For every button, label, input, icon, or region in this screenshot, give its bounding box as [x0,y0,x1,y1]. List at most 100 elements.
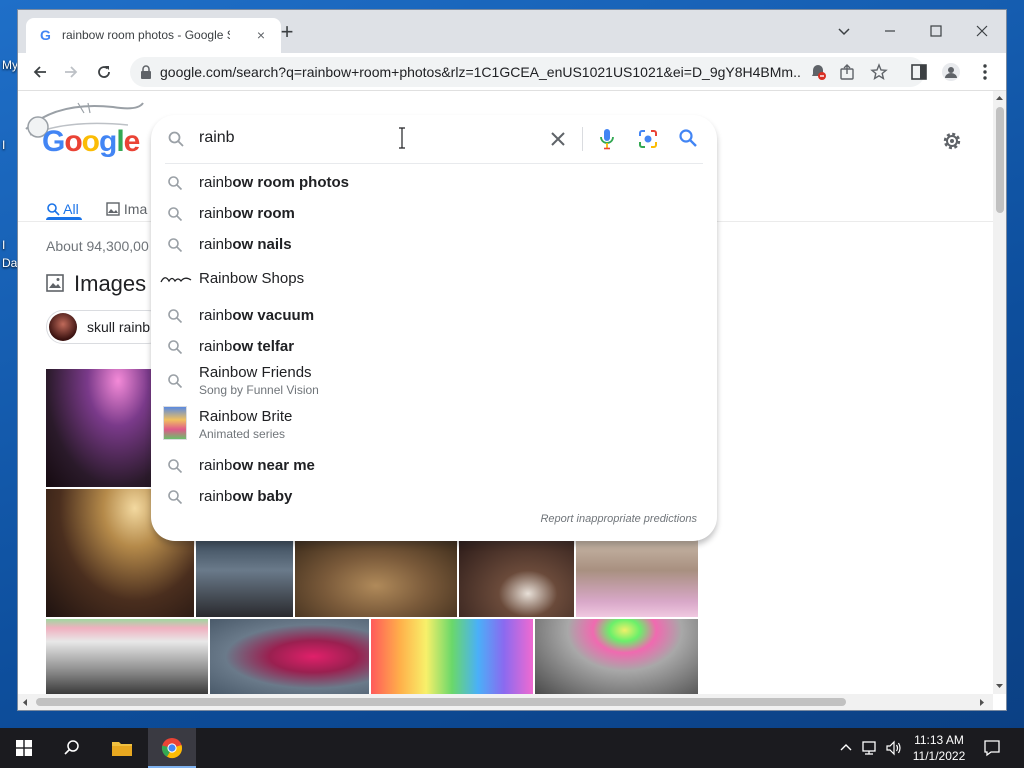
share-icon[interactable] [838,63,856,81]
notification-icon[interactable] [983,739,1001,757]
desktop-icon-label[interactable]: I [2,238,5,252]
address-bar[interactable]: google.com/search?q=rainbow+room+photos&… [130,57,925,87]
chrome-icon [161,738,183,759]
search-icon [64,740,79,755]
suggestion-text: rainbow baby [199,488,292,505]
settings-gear-icon[interactable] [940,129,964,153]
taskbar-search-button[interactable] [48,728,96,768]
tab-title: rainbow room photos - Google Search [62,28,230,42]
chevron-down-icon [838,28,850,36]
back-button[interactable] [28,60,52,84]
close-window-button[interactable] [967,18,997,44]
back-arrow-icon [33,66,46,78]
chip-thumbnail [49,313,77,341]
tab-all[interactable]: All [46,201,79,217]
scroll-right-arrow-icon[interactable] [978,698,986,707]
image-result[interactable] [295,539,457,617]
maximize-button[interactable] [921,18,951,44]
url-text[interactable]: google.com/search?q=rainbow+room+photos&… [160,64,800,80]
tab-images-label: Ima [123,201,148,217]
suggestion-prefix: rainb [199,174,233,191]
image-result[interactable] [46,619,208,694]
camera-lens-icon[interactable] [637,128,659,150]
suggestion-item[interactable]: rainbow near me [151,450,717,480]
tab-images[interactable]: Ima [106,201,147,217]
clear-search-icon[interactable] [549,130,567,148]
tab-close-button[interactable]: × [253,27,269,43]
lock-icon[interactable] [140,65,152,79]
text-cursor-icon [399,127,405,149]
page-content: Google All Ima About 94,300,00 Images sk… [18,91,993,694]
image-result[interactable] [210,619,369,694]
start-button[interactable] [0,728,48,768]
suggestion-completion: ow vacuum [232,307,315,324]
browser-toolbar: google.com/search?q=rainbow+room+photos&… [18,53,1006,91]
search-box[interactable]: rainb [151,115,717,163]
network-icon[interactable] [862,740,880,756]
image-icon [106,202,120,216]
volume-icon[interactable] [885,740,903,756]
vertical-scroll-thumb[interactable] [996,107,1004,213]
image-result[interactable] [459,539,574,617]
bookmark-star-icon[interactable] [870,63,888,81]
profile-avatar-icon[interactable] [941,62,961,82]
suggestion-text: Rainbow Friends [199,364,312,381]
result-stats: About 94,300,00 [46,238,149,254]
tab-search-button[interactable] [829,18,859,44]
suggestion-completion: ow baby [232,488,293,505]
scroll-up-arrow-icon[interactable] [995,94,1004,102]
suggestion-item[interactable]: Rainbow Friends Song by Funnel Vision [151,360,717,400]
suggestion-item[interactable]: rainbow telfar [151,331,717,361]
new-tab-button[interactable]: + [276,21,298,44]
image-result[interactable] [46,369,166,487]
scroll-down-arrow-icon[interactable] [995,682,1004,690]
forward-button[interactable] [59,60,83,84]
suggestion-item[interactable]: rainbow nails [151,229,717,259]
microphone-icon[interactable] [599,128,615,150]
google-logo[interactable]: Google [42,125,140,159]
desktop-icon-label[interactable]: Da [2,256,17,270]
suggestion-subtitle: Animated series [199,427,286,441]
reload-button[interactable] [92,60,116,84]
windows-logo-icon [16,740,32,756]
windows-taskbar: 11:13 AM 11/1/2022 [0,728,1024,768]
search-input[interactable]: rainb [199,129,235,147]
suggestion-item[interactable]: rainbow baby [151,481,717,511]
suggestion-item[interactable]: rainbow room photos [151,167,717,197]
minimize-button[interactable] [875,18,905,44]
suggestion-item[interactable]: rainbow room [151,198,717,228]
image-result[interactable] [371,619,533,694]
suggestion-item[interactable]: Rainbow Shops [151,263,717,293]
suggestion-text: Rainbow Brite [199,408,293,425]
blocked-notification-icon[interactable] [809,63,827,81]
image-result[interactable] [535,619,698,694]
image-result[interactable] [576,539,698,617]
horizontal-scrollbar[interactable] [18,694,993,710]
side-panel-icon[interactable] [909,62,929,82]
chrome-taskbar-button[interactable] [148,728,196,768]
browser-tab[interactable]: G rainbow room photos - Google Search × [26,18,281,53]
horizontal-scroll-thumb[interactable] [36,698,846,706]
suggestion-text: rainbow nails [199,236,292,253]
file-explorer-button[interactable] [98,728,146,768]
minimize-icon [885,30,895,32]
search-box-divider [582,127,583,151]
search-submit-icon[interactable] [678,128,698,148]
chip-label: skull rainb [87,319,151,335]
chevron-up-icon[interactable] [839,741,853,755]
desktop-icon-label[interactable]: I [2,138,5,152]
suggestion-completion: ow telfar [232,338,295,355]
kebab-menu-icon[interactable] [975,62,995,82]
image-result[interactable] [196,539,293,617]
scroll-left-arrow-icon[interactable] [21,698,29,707]
vertical-scrollbar[interactable] [993,91,1006,694]
search-icon [168,131,184,147]
suggestion-item[interactable]: rainbow vacuum [151,300,717,330]
search-divider [165,163,703,164]
images-section-heading: Images [46,271,146,297]
report-predictions-link[interactable]: Report inappropriate predictions [540,513,697,525]
related-search-chip[interactable]: skull rainb [46,310,166,344]
desktop-icon-label[interactable]: My [2,58,18,72]
suggestion-item[interactable]: Rainbow Brite Animated series [151,404,717,444]
system-clock[interactable]: 11:13 AM 11/1/2022 [904,732,974,764]
